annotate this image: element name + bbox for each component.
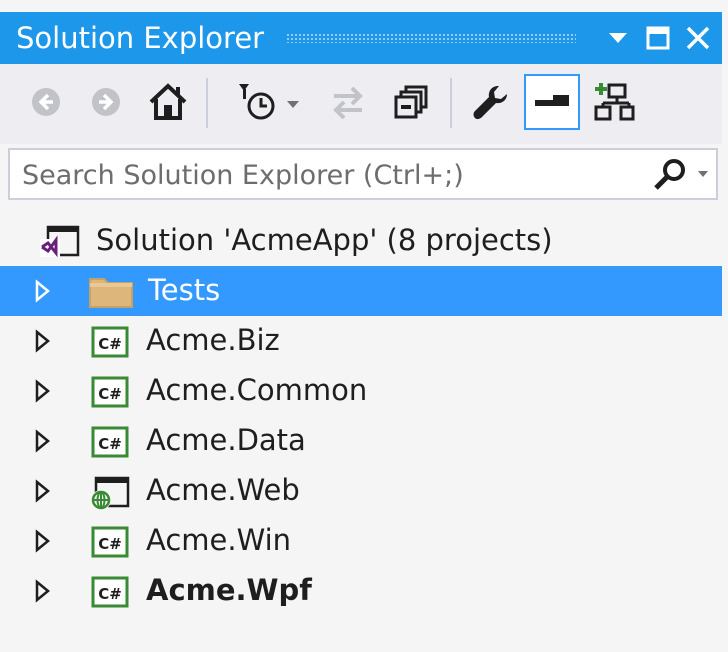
tree-item-acme-biz[interactable]: C# Acme.Biz	[0, 316, 722, 366]
maximize-button[interactable]	[638, 18, 678, 58]
tree-item-acme-data[interactable]: C# Acme.Data	[0, 416, 722, 466]
expand-arrow-icon[interactable]	[30, 329, 54, 353]
expand-arrow-icon[interactable]	[30, 479, 54, 503]
tree-item-tests[interactable]: Tests	[0, 266, 722, 316]
tree-item-acme-web[interactable]: Acme.Web	[0, 466, 722, 516]
svg-text:C#: C#	[98, 385, 122, 403]
window-position-dropdown-button[interactable]	[598, 18, 638, 58]
dropdown-arrow-icon	[609, 33, 627, 43]
solution-icon	[40, 225, 80, 258]
expand-arrow-icon[interactable]	[30, 279, 54, 303]
close-icon	[686, 26, 710, 50]
maximize-icon	[646, 26, 670, 50]
toolbar-separator	[206, 78, 208, 128]
svg-text:C#: C#	[98, 535, 122, 553]
forward-button[interactable]	[78, 74, 134, 130]
solution-explorer-panel: Solution Explorer Search Solution Explor…	[0, 0, 728, 652]
tree-item-label: Acme.Data	[146, 423, 306, 457]
svg-text:C#: C#	[98, 435, 122, 453]
sync-arrows-icon	[333, 86, 363, 120]
search-input[interactable]	[10, 150, 644, 200]
tree-item-label: Tests	[148, 273, 221, 307]
tree-item-acme-common[interactable]: C# Acme.Common	[0, 366, 722, 416]
expand-arrow-icon[interactable]	[30, 529, 54, 553]
back-button[interactable]	[18, 74, 74, 130]
svg-text:C#: C#	[98, 585, 122, 603]
collapse-all-button[interactable]	[384, 74, 440, 130]
drag-grip[interactable]	[286, 33, 576, 43]
expand-arrow-icon[interactable]	[30, 579, 54, 603]
expand-arrow-icon[interactable]	[30, 429, 54, 453]
title-bar[interactable]: Solution Explorer	[0, 12, 722, 64]
toolbar-separator	[450, 78, 452, 128]
csharp-project-icon: C#	[90, 375, 130, 408]
toolbar	[0, 64, 722, 144]
sync-with-active-document-button[interactable]	[320, 74, 376, 130]
back-arrow-icon	[32, 88, 60, 116]
csharp-project-icon: C#	[90, 575, 130, 608]
csharp-project-icon: C#	[90, 425, 130, 458]
search-options-button[interactable]	[644, 154, 712, 194]
svg-text:C#: C#	[98, 335, 122, 353]
tree-item-label: Acme.Common	[146, 373, 368, 407]
home-button[interactable]	[140, 74, 196, 130]
solution-tree: Solution 'AcmeApp' (8 projects) Tests C#…	[0, 216, 728, 652]
solution-node[interactable]: Solution 'AcmeApp' (8 projects)	[0, 216, 722, 266]
web-project-icon	[88, 475, 130, 510]
clock-filter-icon	[239, 84, 299, 120]
home-icon	[149, 83, 187, 120]
tree-item-label: Acme.Web	[146, 473, 300, 507]
view-class-diagram-button[interactable]	[586, 74, 642, 130]
wrench-icon	[473, 86, 507, 120]
collapse-all-icon	[394, 85, 428, 119]
folder-icon	[88, 275, 133, 308]
search-box	[8, 148, 718, 200]
solution-label: Solution 'AcmeApp' (8 projects)	[96, 223, 553, 257]
tree-item-label: Acme.Wpf	[146, 573, 312, 607]
csharp-project-icon: C#	[90, 525, 130, 558]
expand-arrow-icon[interactable]	[30, 379, 54, 403]
pending-changes-filter-button[interactable]	[230, 74, 306, 130]
tree-item-label: Acme.Win	[146, 523, 292, 557]
close-button[interactable]	[678, 18, 718, 58]
forward-arrow-icon	[92, 88, 120, 116]
tree-item-acme-wpf[interactable]: C# Acme.Wpf	[0, 566, 722, 616]
preview-icon	[535, 95, 569, 106]
preview-selected-items-button[interactable]	[524, 74, 580, 130]
tree-item-acme-win[interactable]: C# Acme.Win	[0, 516, 722, 566]
tree-item-label: Acme.Biz	[146, 323, 280, 357]
properties-button[interactable]	[462, 74, 518, 130]
search-icon	[654, 159, 685, 190]
class-diagram-icon	[594, 83, 635, 121]
panel-title: Solution Explorer	[16, 21, 265, 55]
csharp-project-icon: C#	[90, 325, 130, 358]
dropdown-arrow-icon	[698, 171, 708, 177]
